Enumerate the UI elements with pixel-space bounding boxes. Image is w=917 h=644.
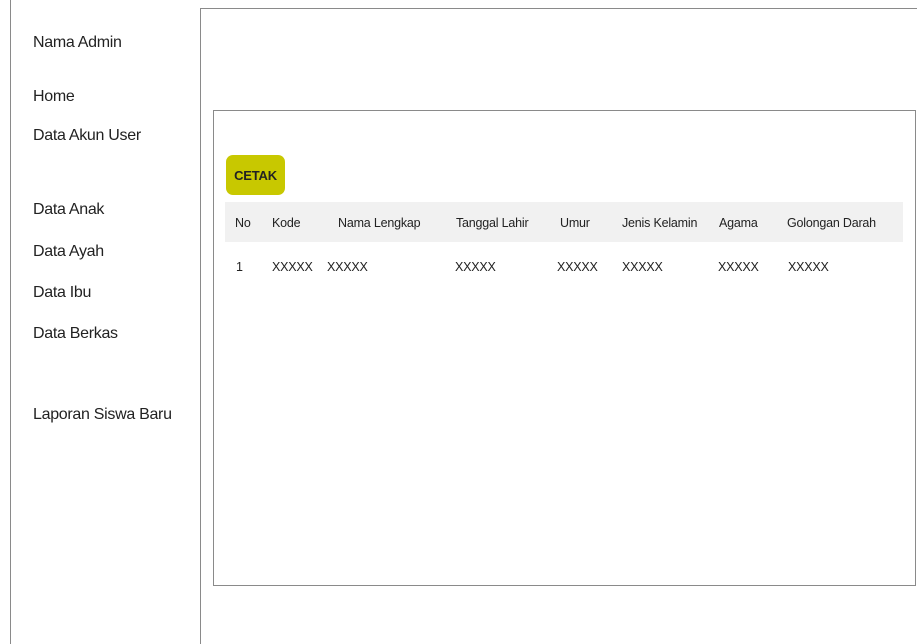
sidebar-item-data-ayah[interactable]: Data Ayah <box>33 243 104 261</box>
sidebar-item-laporan-siswa-baru[interactable]: Laporan Siswa Baru <box>33 406 172 424</box>
column-header-no: No <box>235 216 251 230</box>
column-header-kode: Kode <box>272 216 301 230</box>
sidebar-item-home[interactable]: Home <box>33 88 75 106</box>
column-header-umur: Umur <box>560 216 590 230</box>
sidebar-item-data-ibu[interactable]: Data Ibu <box>33 284 91 302</box>
cell-umur: XXXXX <box>557 260 598 274</box>
column-header-jenis-kelamin: Jenis Kelamin <box>622 216 698 230</box>
cell-tanggal-lahir: XXXXX <box>455 260 496 274</box>
column-header-nama-lengkap: Nama Lengkap <box>338 216 421 230</box>
cell-jenis-kelamin: XXXXX <box>622 260 663 274</box>
cell-nama-lengkap: XXXXX <box>327 260 368 274</box>
sidebar-item-data-anak[interactable]: Data Anak <box>33 201 104 219</box>
sidebar-admin-name: Nama Admin <box>33 34 122 51</box>
frame-left-border <box>10 0 11 644</box>
cell-agama: XXXXX <box>718 260 759 274</box>
sidebar-item-data-akun-user[interactable]: Data Akun User <box>33 127 141 145</box>
sidebar-item-data-berkas[interactable]: Data Berkas <box>33 325 118 343</box>
column-header-agama: Agama <box>719 216 758 230</box>
column-header-tanggal-lahir: Tanggal Lahir <box>456 216 529 230</box>
report-content-box: CETAK No Kode Nama Lengkap Tanggal Lahir… <box>213 110 916 586</box>
table-header: No Kode Nama Lengkap Tanggal Lahir Umur … <box>225 202 903 242</box>
sidebar: Nama Admin Home Data Akun User Data Anak… <box>33 0 198 644</box>
cell-no: 1 <box>236 260 243 274</box>
column-header-golongan-darah: Golongan Darah <box>787 216 876 230</box>
cell-kode: XXXXX <box>272 260 313 274</box>
cell-golongan-darah: XXXXX <box>788 260 829 274</box>
print-button[interactable]: CETAK <box>226 155 285 195</box>
